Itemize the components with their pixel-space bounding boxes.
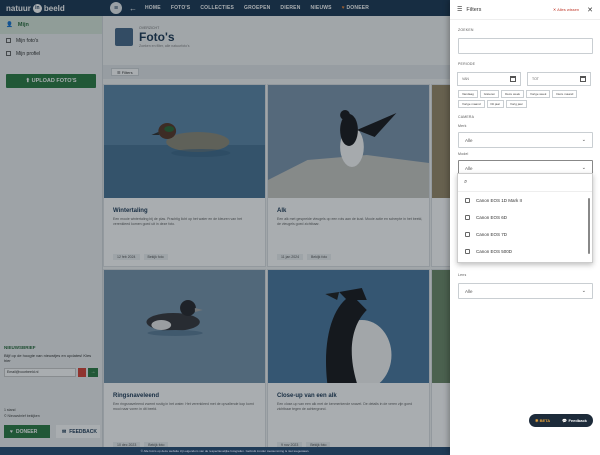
option-label: Canon EOS 6D [476,215,508,220]
dropdown-scrollbar[interactable] [588,198,590,254]
period-chip[interactable]: Deze maand [552,90,578,98]
option-checkbox[interactable] [465,198,470,203]
brand-select-value: Alle [465,137,473,143]
dropdown-option[interactable]: Canon EOS 6D [458,209,592,226]
option-label: Canon EOS 7D [476,232,508,237]
dropdown-option[interactable]: Canon EOS 1D Mark II [458,192,592,209]
period-chip[interactable]: Deze week [501,90,524,98]
period-chip[interactable]: Vorig jaar [506,100,527,108]
close-icon[interactable]: ✕ [587,6,593,14]
clear-all-button[interactable]: ✕ Alles wissen [553,7,579,12]
calendar-icon[interactable] [510,76,516,82]
model-label: Model [458,152,469,156]
brand-label: Merk [458,124,467,128]
lens-select[interactable]: Alle ⌄ [458,283,593,299]
option-checkbox[interactable] [465,232,470,237]
date-to-label: TOT [532,77,539,81]
camera-section-label: CAMERA [458,115,475,119]
beta-feedback-button[interactable]: ✱ BETA 💬 Feedback [529,414,593,427]
model-select-value: Alle [465,165,473,171]
beta-badge: ✱ BETA [535,418,551,423]
date-from-field[interactable]: VAN [457,72,521,86]
chevron-down-icon: ⌄ [581,165,586,171]
dropdown-option[interactable]: Canon EOS 500D [458,243,592,260]
period-chips: Vandaag Gisteren Deze week Vorige week D… [458,90,598,108]
period-chip[interactable]: Vandaag [458,90,478,98]
option-checkbox[interactable] [465,249,470,254]
search-input[interactable] [458,38,593,54]
feedback-label: Feedback [568,418,587,423]
search-section-label: ZOEKEN [458,28,474,32]
dropdown-option[interactable]: Canon EOS 7D [458,226,592,243]
filter-sliders-icon: ☰ [457,7,463,13]
date-to-field[interactable]: TOT [527,72,591,86]
chevron-down-icon: ⌄ [581,288,586,294]
filters-panel-header: ☰ Filters ✕ Alles wissen ✕ [450,0,600,20]
period-chip[interactable]: Vorige week [525,90,551,98]
brand-select[interactable]: Alle ⌄ [458,132,593,148]
modal-backdrop[interactable] [0,0,450,455]
dropdown-search[interactable]: ⌕ [458,174,592,192]
date-from-label: VAN [462,77,469,81]
chevron-down-icon: ⌄ [581,137,586,143]
period-chip[interactable]: Gisteren [479,90,500,98]
period-section-label: PERIODE [458,62,476,66]
period-chip[interactable]: Vorige maand [458,100,485,108]
site-footer: © Alle foto's op deze website zijn eigen… [0,447,450,455]
search-icon: ⌕ [464,179,468,185]
filters-panel-title: Filters [466,6,482,13]
option-label: Canon EOS 500D [476,249,513,254]
model-dropdown-menu: ⌕ Canon EOS 1D Mark II Canon EOS 6D Cano… [457,173,593,263]
period-chip[interactable]: Dit jaar [486,100,505,108]
option-label: Canon EOS 1D Mark II [476,198,523,203]
clear-all-label: Alles wissen [557,7,580,12]
calendar-icon[interactable] [580,76,586,82]
lens-select-value: Alle [465,288,473,294]
feedback-chat: 💬 Feedback [562,418,587,423]
beta-label: BETA [539,418,551,423]
option-checkbox[interactable] [465,215,470,220]
lens-label: Lens [458,273,467,277]
